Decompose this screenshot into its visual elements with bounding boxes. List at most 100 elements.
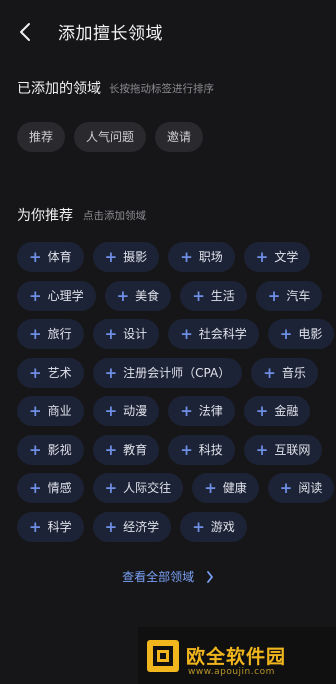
recommend-chip[interactable]: + 阅读 xyxy=(267,473,335,503)
recommend-chip[interactable]: + 音乐 xyxy=(251,357,318,388)
tag-row: + 情感 + 人际交往 + 健康 + 阅读 xyxy=(17,473,335,503)
added-section-title: 已添加的领域 xyxy=(17,81,101,97)
chip-label: 健康 xyxy=(222,481,247,495)
plus-icon: + xyxy=(29,402,42,420)
chip-label: 摄影 xyxy=(123,250,148,264)
view-all-label: 查看全部领域 xyxy=(122,570,195,584)
recommend-chip[interactable]: + 设计 xyxy=(92,319,160,349)
recommend-chip[interactable]: + 教育 xyxy=(92,434,160,465)
recommend-chip[interactable]: + 法律 xyxy=(168,396,235,426)
top-bar: 添加擅长领域 xyxy=(0,0,336,66)
chip-label: 互联网 xyxy=(274,442,311,457)
chip-label: 美食 xyxy=(135,288,160,303)
plus-icon: + xyxy=(255,248,269,266)
recommend-chip[interactable]: + 体育 xyxy=(17,242,84,272)
recommended-tags-grid: + 体育 + 摄影 + 职场 + 文学 + 心理学 + 美食 + 生活 + 汽车 + 旅行 + 设计… xyxy=(17,242,335,550)
recommend-chip[interactable]: + 摄影 xyxy=(92,242,160,272)
plus-icon: + xyxy=(279,479,293,497)
recommend-chip[interactable]: + 影视 xyxy=(17,434,84,465)
chip-label: 经济学 xyxy=(123,519,160,534)
recommend-chip[interactable]: + 生活 xyxy=(180,280,247,311)
recommend-section-title: 为你推荐 xyxy=(17,208,73,224)
plus-icon: + xyxy=(263,363,276,382)
added-section-hint: 长按拖动标签进行排序 xyxy=(109,83,214,95)
recommend-chip[interactable]: + 互联网 xyxy=(243,434,323,465)
recommend-chip[interactable]: + 人际交往 xyxy=(92,473,184,503)
chip-label: 旅行 xyxy=(47,327,72,341)
added-tag[interactable]: 人气问题 xyxy=(74,122,147,152)
tag-row: + 旅行 + 设计 + 社会科学 + 电影 xyxy=(17,319,335,349)
plus-icon: + xyxy=(104,402,118,420)
recommend-chip[interactable]: + 情感 xyxy=(17,473,84,503)
plus-icon: + xyxy=(104,325,118,343)
back-arrow-icon[interactable] xyxy=(14,20,38,44)
plus-icon: + xyxy=(29,517,42,536)
tag-row: + 艺术 + 注册会计师（CPA） + 音乐 xyxy=(17,357,329,388)
chip-label: 电影 xyxy=(298,327,323,341)
chevron-right-icon xyxy=(207,570,213,583)
plus-icon: + xyxy=(104,248,118,266)
recommend-chip[interactable]: + 艺术 xyxy=(17,357,84,388)
recommend-chip[interactable]: + 金融 xyxy=(243,396,311,426)
recommend-chip[interactable]: + 旅行 xyxy=(17,319,84,349)
recommend-chip[interactable]: + 美食 xyxy=(104,280,172,311)
chip-label: 体育 xyxy=(47,250,72,264)
tag-row: + 商业 + 动漫 + 法律 + 金融 xyxy=(17,396,329,426)
chip-label: 艺术 xyxy=(47,365,72,380)
tag-row: + 影视 + 教育 + 科技 + 互联网 xyxy=(17,434,329,465)
chip-label: 影视 xyxy=(47,442,72,457)
plus-icon: + xyxy=(279,325,293,343)
plus-icon: + xyxy=(104,440,118,459)
recommend-chip[interactable]: + 汽车 xyxy=(255,280,323,311)
recommend-chip[interactable]: + 商业 xyxy=(17,396,84,426)
plus-icon: + xyxy=(29,363,42,382)
watermark-url: www.apoujin.com xyxy=(188,667,275,677)
watermark: 欧全软件园 www.apoujin.com xyxy=(138,627,336,684)
recommend-chip[interactable]: + 职场 xyxy=(168,242,235,272)
recommend-chip[interactable]: + 经济学 xyxy=(92,511,172,542)
chip-label: 情感 xyxy=(47,481,72,495)
recommend-chip[interactable]: + 科学 xyxy=(17,511,84,542)
added-tag[interactable]: 邀请 xyxy=(155,122,204,152)
watermark-logo-icon xyxy=(147,639,179,672)
chip-label: 社会科学 xyxy=(198,327,247,341)
chip-label: 生活 xyxy=(210,288,235,303)
recommend-section-hint: 点击添加领域 xyxy=(83,210,146,222)
recommend-chip[interactable]: + 社会科学 xyxy=(168,319,259,349)
plus-icon: + xyxy=(29,325,42,343)
chip-label: 金融 xyxy=(274,404,299,418)
page-title: 添加擅长领域 xyxy=(58,24,163,44)
recommend-chip[interactable]: + 注册会计师（CPA） xyxy=(92,357,243,388)
plus-icon: + xyxy=(116,286,130,305)
view-all-link[interactable]: 查看全部领域 xyxy=(0,568,336,585)
plus-icon: + xyxy=(204,479,217,497)
tag-row: + 心理学 + 美食 + 生活 + 汽车 xyxy=(17,280,329,311)
recommend-chip[interactable]: + 科技 xyxy=(168,434,235,465)
plus-icon: + xyxy=(180,440,193,459)
recommend-chip[interactable]: + 健康 xyxy=(192,473,259,503)
chip-label: 文学 xyxy=(274,250,299,264)
plus-icon: + xyxy=(180,402,193,420)
plus-icon: + xyxy=(104,479,118,497)
plus-icon: + xyxy=(255,440,269,459)
recommend-chip[interactable]: + 游戏 xyxy=(180,511,247,542)
recommend-chip[interactable]: + 电影 xyxy=(267,319,335,349)
recommend-chip[interactable]: + 文学 xyxy=(243,242,311,272)
recommend-chip[interactable]: + 心理学 xyxy=(17,280,96,311)
chip-label: 汽车 xyxy=(286,288,311,303)
tag-row: + 体育 + 摄影 + 职场 + 文学 xyxy=(17,242,329,272)
plus-icon: + xyxy=(104,363,118,382)
plus-icon: + xyxy=(255,402,269,420)
plus-icon: + xyxy=(192,517,205,536)
plus-icon: + xyxy=(180,248,193,266)
recommend-chip[interactable]: + 动漫 xyxy=(92,396,160,426)
chip-label: 教育 xyxy=(123,442,148,457)
added-tag[interactable]: 推荐 xyxy=(17,122,66,152)
plus-icon: + xyxy=(192,286,205,305)
chip-label: 阅读 xyxy=(298,481,323,495)
watermark-name: 欧全软件园 xyxy=(186,646,287,668)
plus-icon: + xyxy=(29,479,42,497)
chip-label: 法律 xyxy=(198,404,223,418)
chip-label: 游戏 xyxy=(210,519,235,534)
chip-label: 音乐 xyxy=(281,365,306,380)
